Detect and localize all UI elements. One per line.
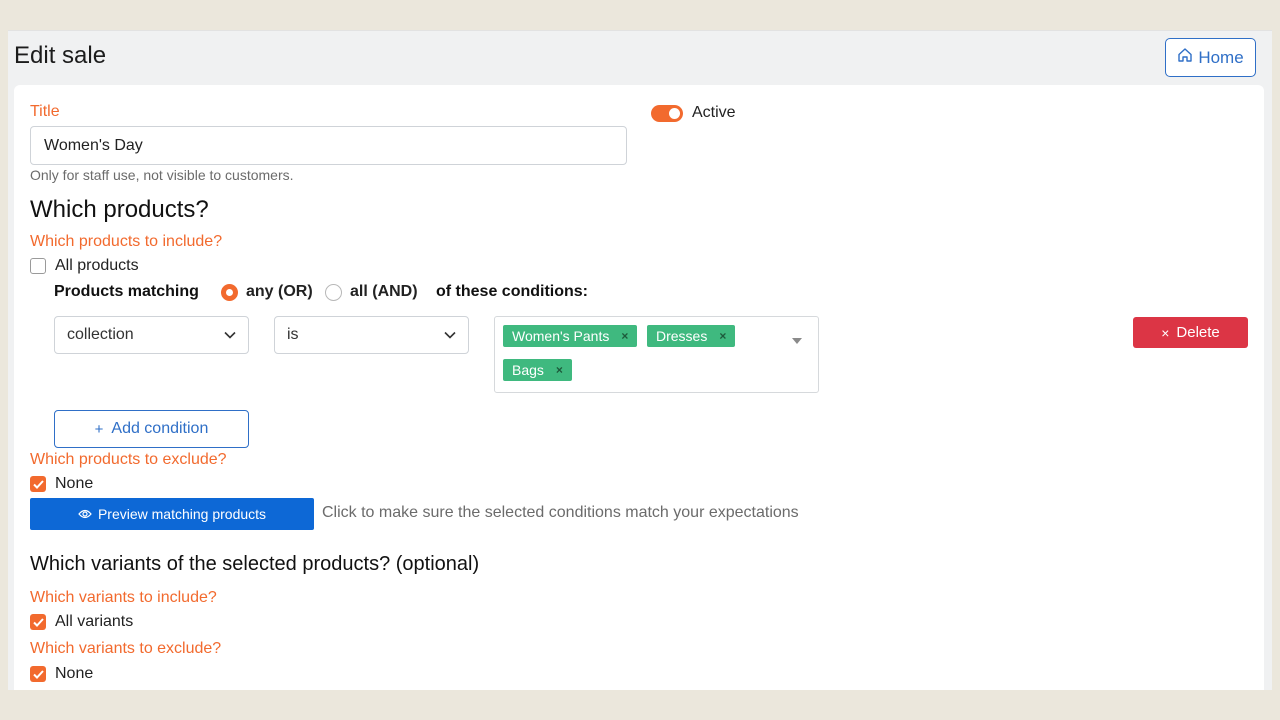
all-variants-label: All variants <box>55 613 134 630</box>
products-heading: Which products? <box>30 196 209 223</box>
close-icon: × <box>1161 324 1170 341</box>
checkmark-icon <box>32 479 44 489</box>
exclude-none-checkbox[interactable] <box>30 476 46 492</box>
all-products-row: All products <box>30 257 139 275</box>
variants-include-label: Which variants to include? <box>30 589 217 606</box>
tag-label: Dresses <box>656 328 708 344</box>
checkmark-icon <box>32 669 44 679</box>
chevron-down-icon <box>444 326 456 344</box>
home-button[interactable]: Home <box>1165 38 1256 77</box>
caret-down-icon[interactable] <box>792 331 802 349</box>
variants-exclude-none-checkbox[interactable] <box>30 666 46 682</box>
condition-operator-select[interactable]: is <box>274 316 469 354</box>
match-all-radio[interactable] <box>325 283 342 301</box>
page-title: Edit sale <box>14 42 107 69</box>
sale-form-card: Title Women's Day Only for staff use, no… <box>14 85 1264 690</box>
remove-tag-icon[interactable]: × <box>719 329 726 343</box>
active-toggle[interactable] <box>651 104 683 122</box>
variants-exclude-none-row: None <box>30 665 93 683</box>
plus-icon: + <box>94 420 104 438</box>
all-variants-row: All variants <box>30 613 133 631</box>
title-input[interactable]: Women's Day <box>30 126 627 165</box>
remove-tag-icon[interactable]: × <box>621 329 628 343</box>
home-button-label: Home <box>1198 47 1244 67</box>
home-icon <box>1177 47 1193 68</box>
match-any-label: any (OR) <box>246 283 313 300</box>
add-condition-label: Add condition <box>111 420 209 437</box>
checkmark-icon <box>32 617 44 627</box>
tag-label: Women's Pants <box>512 328 610 344</box>
tag-bags: Bags × <box>503 359 572 381</box>
all-products-checkbox[interactable] <box>30 258 46 274</box>
title-input-value: Women's Day <box>44 136 143 154</box>
all-products-label: All products <box>55 257 139 274</box>
products-matching-label: Products matching <box>54 283 199 300</box>
add-condition-button[interactable]: + Add condition <box>54 410 249 448</box>
remove-tag-icon[interactable]: × <box>556 363 563 377</box>
match-all-label: all (AND) <box>350 283 418 300</box>
match-any-radio[interactable] <box>221 283 238 301</box>
title-label: Title <box>30 103 60 120</box>
eye-icon <box>78 506 92 522</box>
products-exclude-label: Which products to exclude? <box>30 451 227 468</box>
delete-condition-button[interactable]: × Delete <box>1133 317 1248 348</box>
variants-heading: Which variants of the selected products?… <box>30 553 480 575</box>
tag-dresses: Dresses × <box>647 325 736 347</box>
chevron-down-icon <box>224 326 236 344</box>
active-label: Active <box>692 104 736 121</box>
preview-help-text: Click to make sure the selected conditio… <box>322 504 799 521</box>
exclude-none-row: None <box>30 475 93 493</box>
tag-womens-pants: Women's Pants × <box>503 325 638 347</box>
variants-exclude-none-label: None <box>55 665 94 682</box>
exclude-none-label: None <box>55 475 94 492</box>
match-all-radio-row[interactable]: all (AND) <box>325 283 418 301</box>
condition-field-select[interactable]: collection <box>54 316 249 354</box>
variants-exclude-label: Which variants to exclude? <box>30 640 222 657</box>
all-variants-checkbox[interactable] <box>30 614 46 630</box>
condition-value-multiselect[interactable]: Women's Pants × Dresses × Bags × <box>494 316 819 393</box>
condition-operator-value: is <box>287 326 299 343</box>
preview-button-label: Preview matching products <box>97 506 267 522</box>
products-include-label: Which products to include? <box>30 233 223 250</box>
match-any-radio-row[interactable]: any (OR) <box>221 283 313 301</box>
active-toggle-row: Active <box>651 104 736 122</box>
preview-matching-products-button[interactable]: Preview matching products <box>30 498 314 530</box>
conditions-suffix-label: of these conditions: <box>436 283 588 300</box>
title-help-text: Only for staff use, not visible to custo… <box>30 167 294 183</box>
app-frame: Edit sale Home Title Women's Day Only fo… <box>8 30 1272 690</box>
tag-label: Bags <box>512 362 544 378</box>
delete-button-label: Delete <box>1176 324 1220 341</box>
condition-field-value: collection <box>67 326 134 343</box>
